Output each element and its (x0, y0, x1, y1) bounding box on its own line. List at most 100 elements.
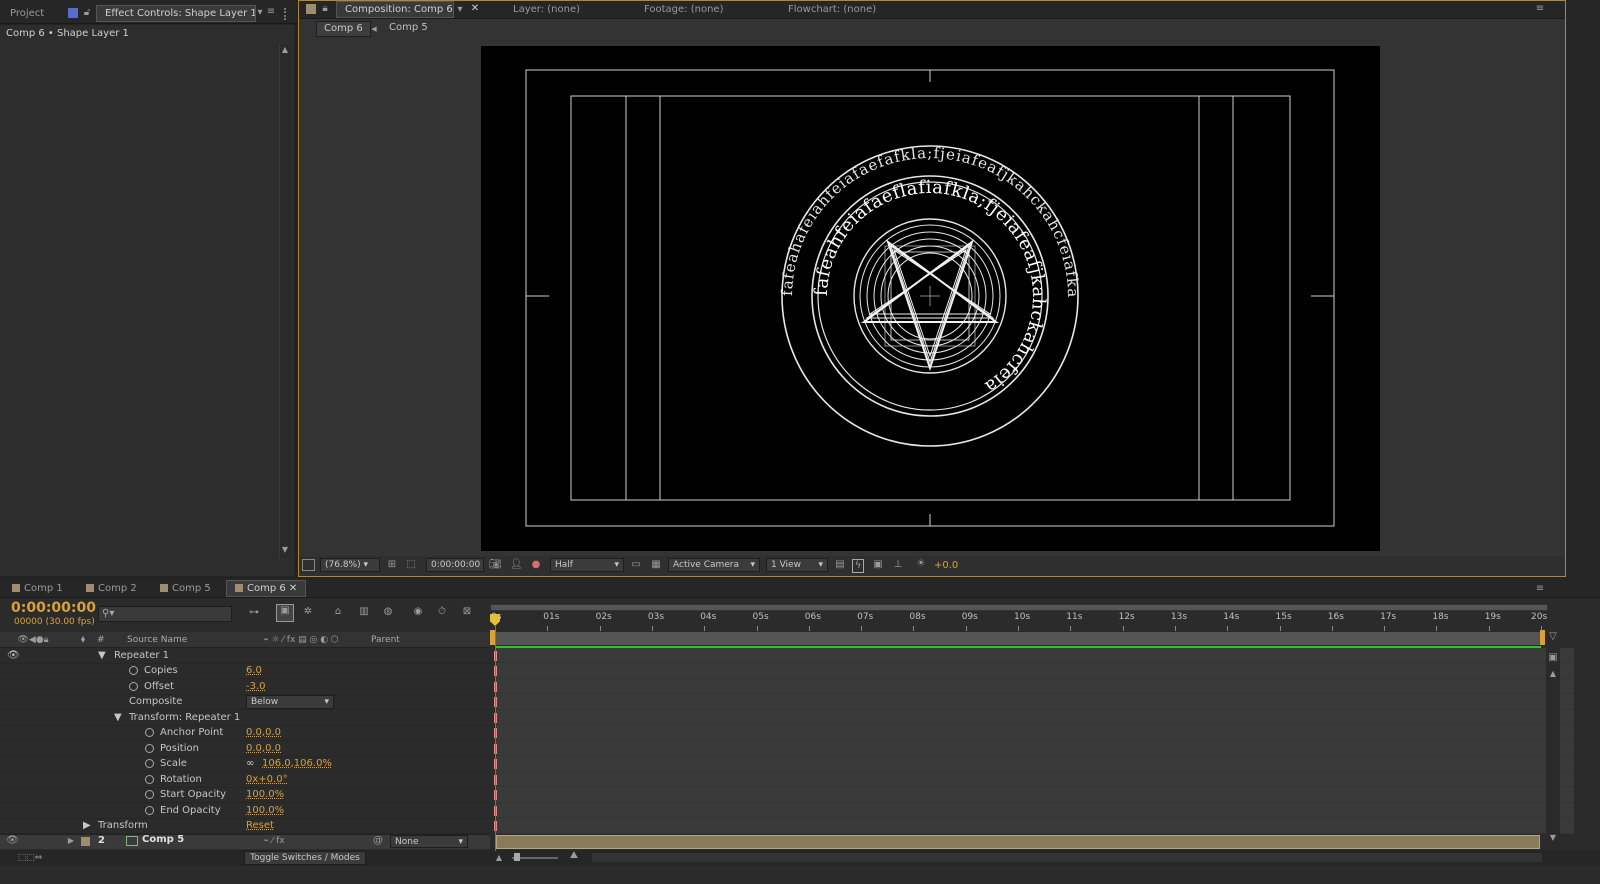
region-of-interest-icon[interactable]: ▭ (630, 559, 642, 571)
constrain-proportions-icon[interactable]: ∞ (246, 756, 254, 771)
stopwatch-icon[interactable] (145, 759, 154, 768)
camera-dropdown[interactable]: Active Camera ▾ (668, 558, 760, 572)
comp-button-icons[interactable]: ⬚⬚⇔ (6, 852, 54, 864)
property-row[interactable]: Copies 6.0 (0, 663, 490, 679)
column-source-name[interactable]: Source Name (127, 635, 187, 645)
zoom-dropdown[interactable]: (76.8%) ▾ (320, 558, 380, 572)
comp-mini-flowchart-icon[interactable]: ⊶ (244, 607, 264, 619)
stopwatch-icon[interactable] (145, 790, 154, 799)
tab-project[interactable]: Project (2, 5, 52, 23)
property-value[interactable]: 100.0% (246, 787, 284, 802)
scroll-up-icon[interactable]: ▲ (1546, 668, 1560, 680)
graph-editor-toggle-icon[interactable]: ◉ (410, 606, 426, 618)
zoom-in-icon[interactable]: ⛰ (566, 850, 582, 862)
timeline-track-row[interactable] (496, 772, 1574, 787)
flowchart-icon[interactable]: ⊥ (892, 559, 904, 571)
draft-3d-icon[interactable]: ▣ (276, 604, 294, 622)
nav-comp-6[interactable]: Comp 6 (316, 21, 371, 37)
work-area-range[interactable] (495, 632, 1541, 645)
timeline-track-row[interactable] (496, 710, 1574, 725)
comp-navigator-icon[interactable]: ▽ (1546, 631, 1560, 643)
scroll-down-icon[interactable]: ▼ (1546, 832, 1560, 844)
tab-close-icon[interactable]: ✕ (470, 3, 480, 15)
property-value[interactable]: 106.0,106.0% (262, 756, 332, 771)
resolution-dropdown[interactable]: Half ▾ (550, 558, 624, 572)
tab-comp-1[interactable]: Comp 1 (4, 580, 71, 598)
property-value[interactable]: 0.0,0.0 (246, 725, 281, 740)
timeline-icon[interactable]: ▣ (872, 559, 884, 571)
always-preview-icon[interactable] (302, 559, 315, 571)
timeline-track-row[interactable] (496, 663, 1574, 679)
layer-duration-bar[interactable] (496, 835, 1540, 849)
timeline-track-row[interactable] (496, 741, 1574, 756)
layer-name[interactable]: Comp 5 (142, 834, 184, 845)
tab-comp-2[interactable]: Comp 2 (78, 580, 145, 598)
shy-layers-icon[interactable]: ✲ (300, 606, 316, 618)
tab-layer[interactable]: Layer: (none) (505, 1, 588, 19)
zoom-slider-handle[interactable] (514, 853, 520, 861)
effect-controls-scrollbar[interactable] (279, 44, 291, 558)
property-row[interactable]: Composite Below ▾ (0, 694, 490, 710)
mask-visibility-icon[interactable]: ⬚ (405, 559, 417, 571)
viewer-menu-icon[interactable]: ≡ (1532, 3, 1548, 15)
view-layout-dropdown[interactable]: 1 View ▾ (766, 558, 828, 572)
scroll-down-icon[interactable]: ▼ (279, 544, 291, 556)
current-time-display[interactable]: 0:00:00:00 (11, 600, 96, 616)
timeline-h-scrollbar[interactable] (592, 853, 1542, 862)
tab-effect-controls[interactable]: Effect Controls: Shape Layer 1 (96, 5, 256, 22)
motion-blur-icon[interactable]: ▥ (356, 606, 372, 618)
auto-keyframe-icon[interactable]: ⏱︎ (434, 606, 450, 618)
column-parent[interactable]: Parent (371, 635, 400, 645)
tab-close-icon[interactable]: ✕ (289, 583, 297, 594)
fast-previews-icon[interactable]: ϟ (852, 559, 864, 573)
toggle-switches-modes-button[interactable]: Toggle Switches / Modes (244, 851, 366, 865)
property-value[interactable]: 6.0 (246, 663, 262, 678)
stopwatch-icon[interactable] (145, 806, 154, 815)
panel-grip[interactable] (284, 8, 290, 20)
twirl-open-icon[interactable]: ▼ (114, 710, 122, 725)
work-area-end-handle[interactable] (1540, 630, 1545, 645)
timeline-track-row[interactable] (496, 694, 1574, 710)
frame-blending-icon[interactable]: ⌂ (330, 606, 346, 618)
twirl-closed-icon[interactable]: ▶ (83, 818, 91, 833)
timeline-track-row[interactable] (496, 648, 1574, 663)
layer-label-color[interactable] (81, 837, 90, 846)
tab-footage[interactable]: Footage: (none) (636, 1, 731, 19)
camera-snapshot-icon[interactable]: 📷︎ (489, 559, 502, 571)
property-row[interactable]: ▶ Transform Reset (0, 818, 490, 834)
timeline-track-row[interactable] (496, 787, 1574, 803)
stopwatch-icon[interactable] (145, 744, 154, 753)
property-row[interactable]: Position 0.0,0.0 (0, 741, 490, 757)
nav-comp-5[interactable]: Comp 5 (389, 22, 428, 33)
timeline-track-row[interactable] (496, 818, 1574, 834)
graph-editor-icon[interactable]: ⊠ (458, 606, 476, 618)
stopwatch-icon[interactable] (129, 682, 138, 691)
property-row[interactable]: Start Opacity 100.0% (0, 787, 490, 803)
composite-dropdown[interactable]: Below ▾ (246, 695, 334, 709)
exposure-value[interactable]: +0.0 (934, 560, 958, 571)
tab-composition[interactable]: Composition: Comp 6 (336, 1, 454, 18)
lock-icon[interactable]: 🔓︎ (82, 7, 92, 19)
visibility-eye-icon[interactable]: 👁︎ (6, 835, 19, 847)
tab-comp-5[interactable]: Comp 5 (152, 580, 219, 598)
property-row[interactable]: End Opacity 100.0% (0, 803, 490, 819)
twirl-open-icon[interactable]: ▼ (98, 648, 106, 663)
property-value[interactable]: -3.0 (246, 679, 266, 694)
composition-dropdown-icon[interactable]: ▾ (455, 4, 465, 16)
stopwatch-icon[interactable] (129, 666, 138, 675)
tab-dropdown-icon[interactable]: ▾ (256, 7, 264, 19)
timeline-track-row[interactable] (496, 679, 1574, 694)
zoom-out-icon[interactable]: ▲ (494, 852, 504, 864)
property-value[interactable]: 0x+0.0° (246, 772, 288, 787)
reset-link[interactable]: Reset (246, 818, 274, 833)
tab-comp-6[interactable]: Comp 6 ✕ (226, 580, 307, 597)
property-value[interactable]: 100.0% (246, 803, 284, 818)
transparency-grid-icon[interactable]: ▦ (650, 559, 662, 571)
exposure-icon[interactable]: ☀ (914, 558, 928, 570)
panel-menu-icon[interactable]: ≡ (264, 6, 278, 18)
property-row[interactable]: ▼ Repeater 1 (0, 648, 490, 664)
toggle-pixel-aspect-icon[interactable]: ▤ (834, 559, 846, 571)
layer-search-input[interactable]: ⚲▾ (98, 606, 232, 622)
property-row[interactable]: ▼ Transform: Repeater 1 (0, 710, 490, 726)
stopwatch-icon[interactable] (145, 728, 154, 737)
